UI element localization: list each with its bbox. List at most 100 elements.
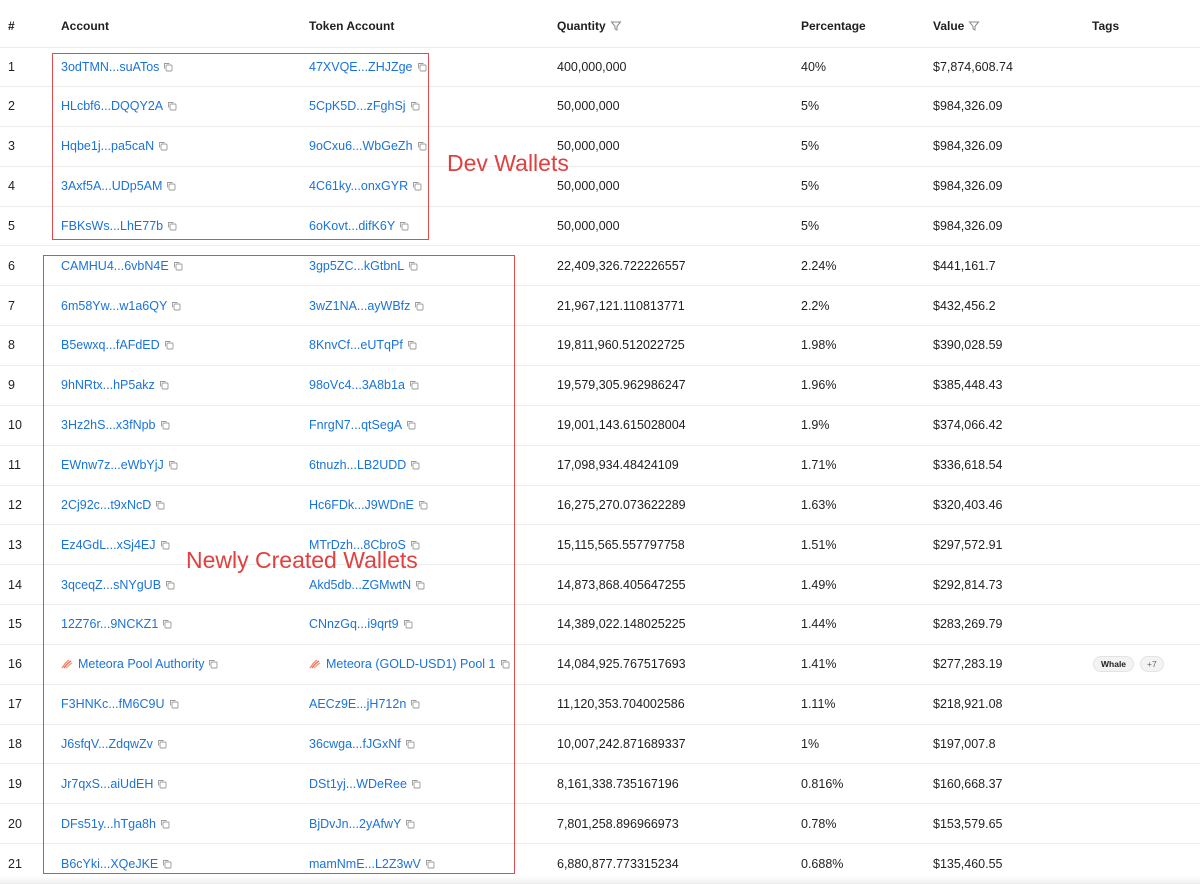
token-account-link[interactable]: 3gp5ZC...kGtbnL [309,259,404,273]
header-value[interactable]: Value [933,19,980,33]
account-link[interactable]: HLcbf6...DQQY2A [61,99,163,113]
copy-icon[interactable] [405,739,415,749]
copy-icon[interactable] [160,819,170,829]
row-index: 18 [8,736,22,751]
copy-icon[interactable] [405,819,415,829]
token-account-link[interactable]: 5CpK5D...zFghSj [309,99,406,113]
token-account-link[interactable]: 8KnvCf...eUTqPf [309,338,403,352]
copy-icon[interactable] [415,580,425,590]
copy-icon[interactable] [168,460,178,470]
account-link[interactable]: 3odTMN...suATos [61,60,159,74]
account-link[interactable]: CAMHU4...6vbN4E [61,259,169,273]
token-account-link[interactable]: 6oKovt...difK6Y [309,219,395,233]
copy-icon[interactable] [399,221,409,231]
tag-more-badge[interactable]: +7 [1140,656,1164,673]
account-link[interactable]: FBKsWs...LhE77b [61,219,163,233]
copy-icon[interactable] [160,540,170,550]
copy-icon[interactable] [500,659,510,669]
tag-badge[interactable]: Whale [1093,656,1135,673]
account-link[interactable]: 3qceqZ...sNYgUB [61,578,161,592]
copy-icon[interactable] [162,859,172,869]
account-cell: 3qceqZ...sNYgUB [61,565,175,604]
copy-icon[interactable] [158,141,168,151]
account-link[interactable]: DFs51y...hTga8h [61,817,156,831]
token-account-link[interactable]: 3wZ1NA...ayWBfz [309,299,410,313]
table-row: 15 12Z76r...9NCKZ1 CNnzGq...i9qrt9 14,389,0… [0,605,1200,645]
copy-icon[interactable] [410,101,420,111]
token-account-link[interactable]: 36cwga...fJGxNf [309,737,401,751]
account-link[interactable]: 3Axf5A...UDp5AM [61,179,162,193]
row-index: 10 [8,418,22,433]
copy-icon[interactable] [409,380,419,390]
copy-icon[interactable] [417,141,427,151]
header-account[interactable]: Account [61,19,109,33]
token-account-cell: 3wZ1NA...ayWBfz [309,286,424,325]
copy-icon[interactable] [155,500,165,510]
table-row: 6 CAMHU4...6vbN4E 3gp5ZC...kGtbnL 22,409,32… [0,246,1200,287]
copy-icon[interactable] [410,460,420,470]
token-account-link[interactable]: 4C61ky...onxGYR [309,179,408,193]
copy-icon[interactable] [406,420,416,430]
header-token-account[interactable]: Token Account [309,19,394,33]
token-account-link[interactable]: 6tnuzh...LB2UDD [309,458,406,472]
account-link[interactable]: Hqbe1j...pa5caN [61,139,154,153]
copy-icon[interactable] [160,420,170,430]
copy-icon[interactable] [159,380,169,390]
header-percentage[interactable]: Percentage [801,19,866,33]
copy-icon[interactable] [407,340,417,350]
copy-icon[interactable] [425,859,435,869]
account-link[interactable]: F3HNKc...fM6C9U [61,697,165,711]
copy-icon[interactable] [167,101,177,111]
token-account-link[interactable]: Hc6FDk...J9WDnE [309,498,414,512]
copy-icon[interactable] [167,221,177,231]
copy-icon[interactable] [157,779,167,789]
account-link[interactable]: 3Hz2hS...x3fNpb [61,418,156,432]
copy-icon[interactable] [166,181,176,191]
copy-icon[interactable] [408,261,418,271]
account-link[interactable]: 9hNRtx...hP5akz [61,378,155,392]
filter-icon[interactable] [968,20,980,32]
copy-icon[interactable] [173,261,183,271]
copy-icon[interactable] [412,181,422,191]
token-account-link[interactable]: BjDvJn...2yAfwY [309,817,401,831]
copy-icon[interactable] [157,739,167,749]
account-link[interactable]: J6sfqV...ZdqwZv [61,737,153,751]
account-link[interactable]: 6m58Yw...w1a6QY [61,299,167,313]
copy-icon[interactable] [414,301,424,311]
copy-icon[interactable] [165,580,175,590]
account-link[interactable]: 12Z76r...9NCKZ1 [61,617,158,631]
token-account-link[interactable]: 47XVQE...ZHJZge [309,60,413,74]
account-link[interactable]: B5ewxq...fAFdED [61,338,160,352]
token-account-link[interactable]: FnrgN7...qtSegA [309,418,402,432]
token-account-link[interactable]: CNnzGq...i9qrt9 [309,617,399,631]
percentage-cell: 1.9% [801,418,830,433]
token-account-cell: CNnzGq...i9qrt9 [309,605,413,644]
copy-icon[interactable] [418,500,428,510]
token-account-link[interactable]: Meteora (GOLD-USD1) Pool 1 [326,657,496,671]
account-link[interactable]: B6cYki...XQeJKE [61,857,158,871]
header-quantity[interactable]: Quantity [557,19,622,33]
copy-icon[interactable] [171,301,181,311]
token-account-link[interactable]: mamNmE...L2Z3wV [309,857,421,871]
copy-icon[interactable] [162,619,172,629]
copy-icon[interactable] [417,62,427,72]
token-account-link[interactable]: 98oVc4...3A8b1a [309,378,405,392]
token-account-link[interactable]: AECz9E...jH712n [309,697,406,711]
copy-icon[interactable] [403,619,413,629]
token-account-link[interactable]: 9oCxu6...WbGeZh [309,139,413,153]
copy-icon[interactable] [410,699,420,709]
quantity-cell: 22,409,326.722226557 [557,258,686,273]
account-link[interactable]: Meteora Pool Authority [78,657,204,671]
copy-icon[interactable] [163,62,173,72]
filter-icon[interactable] [610,20,622,32]
account-link[interactable]: Ez4GdL...xSj4EJ [61,538,156,552]
account-link[interactable]: EWnw7z...eWbYjJ [61,458,164,472]
account-link[interactable]: Jr7qxS...aiUdEH [61,777,153,791]
copy-icon[interactable] [208,659,218,669]
copy-icon[interactable] [164,340,174,350]
copy-icon[interactable] [411,779,421,789]
copy-icon[interactable] [169,699,179,709]
token-account-link[interactable]: DSt1yj...WDeRee [309,777,407,791]
token-account-link[interactable]: Akd5db...ZGMwtN [309,578,411,592]
account-link[interactable]: 2Cj92c...t9xNcD [61,498,151,512]
